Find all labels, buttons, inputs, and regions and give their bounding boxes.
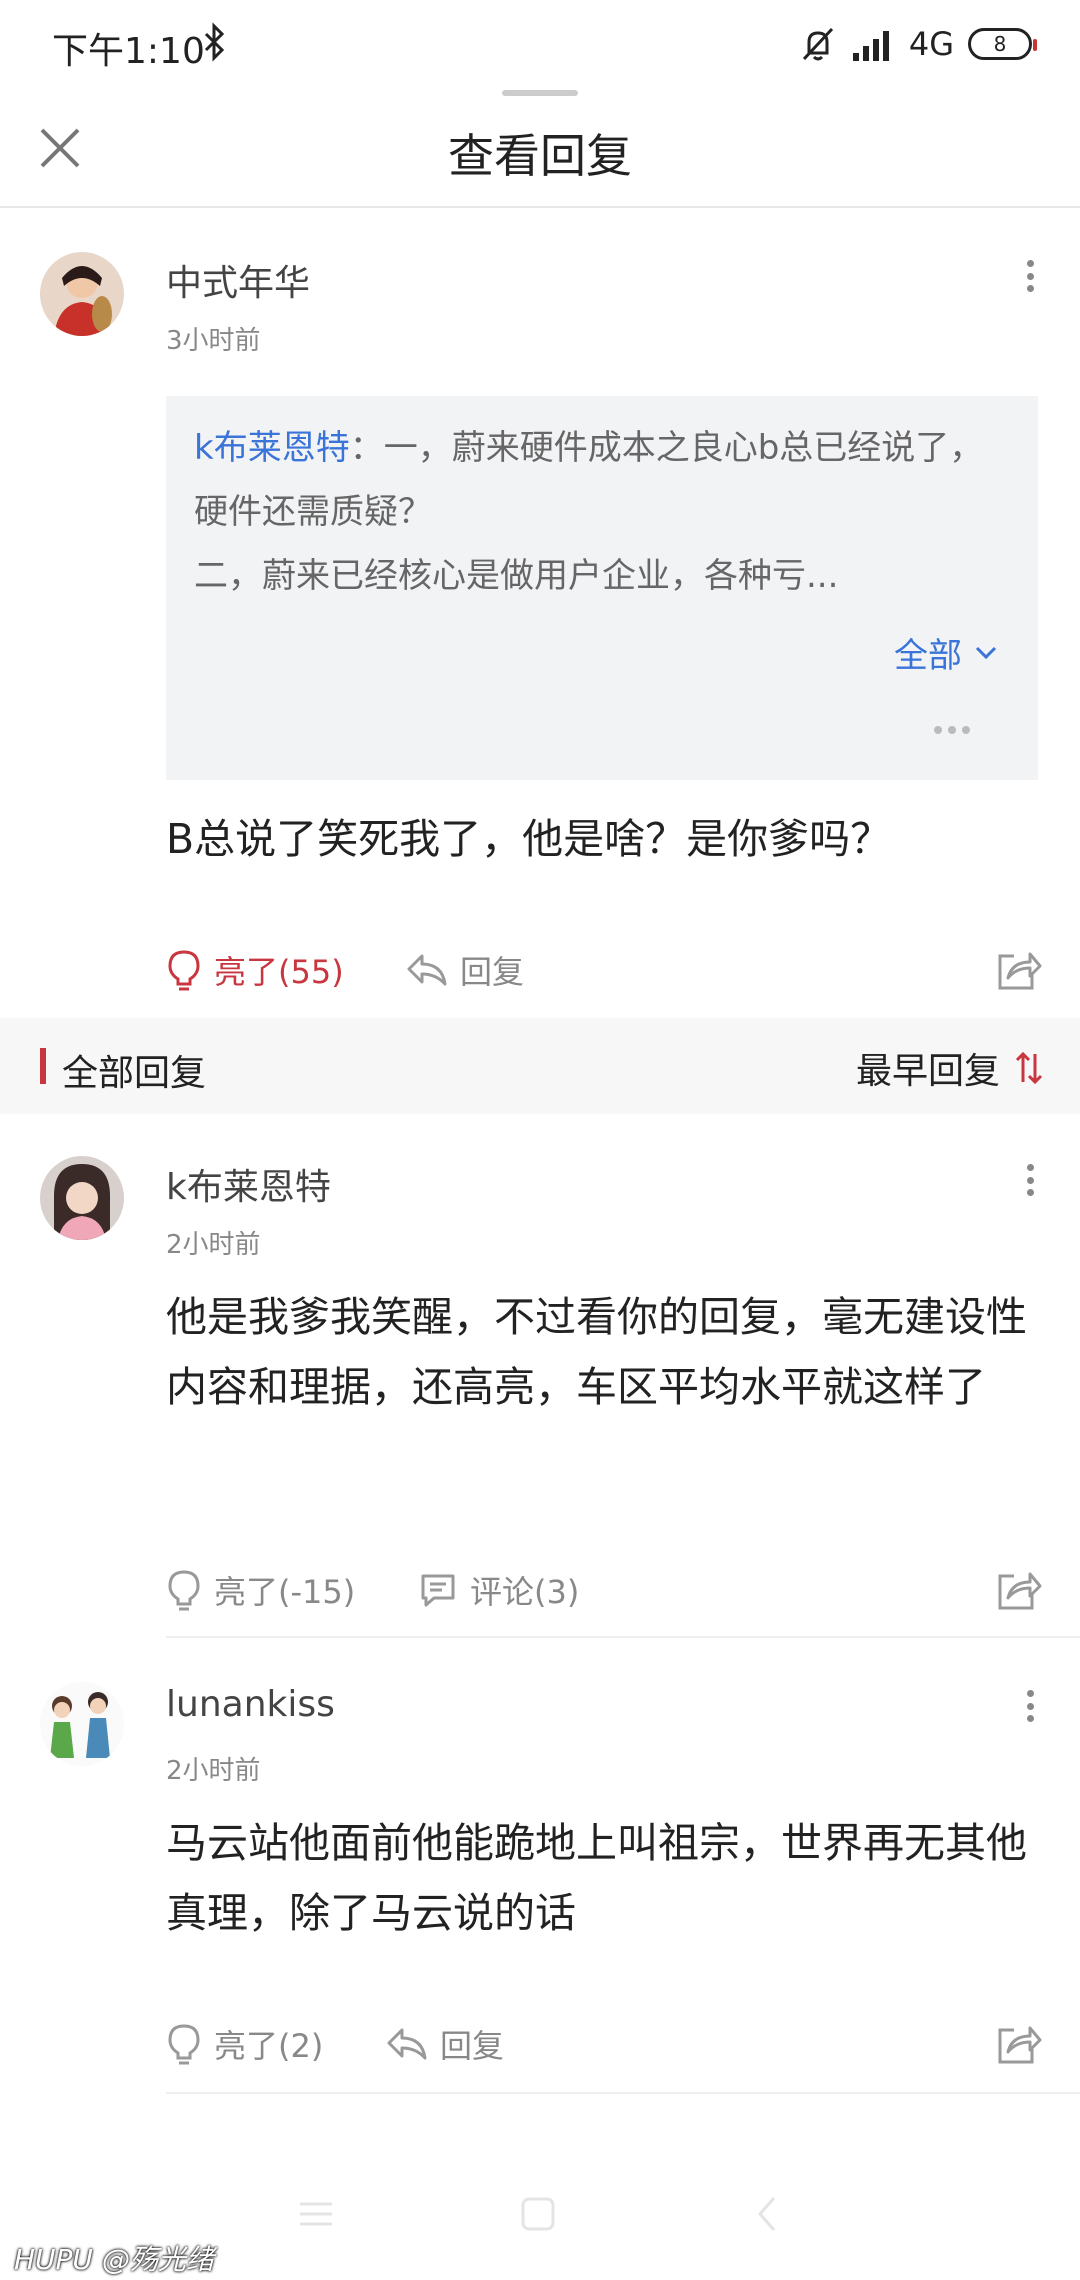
username[interactable]: 中式年华: [166, 254, 310, 306]
action-bar: 亮了(55) 回复: [166, 940, 1042, 1000]
action-bar: 亮了(2) 回复: [166, 2014, 1042, 2074]
like-label: 亮了(55): [214, 953, 344, 991]
reply-arrow-icon: [387, 2028, 427, 2060]
status-right: 4G 8: [799, 22, 1037, 66]
reply-button[interactable]: 回复: [386, 2014, 504, 2074]
comment-label: 评论(3): [470, 1573, 580, 1611]
quote-more-icon[interactable]: [934, 726, 970, 734]
header: 查看回复: [0, 96, 1080, 208]
more-icon[interactable]: [1016, 1686, 1044, 1726]
reply-button[interactable]: 回复: [406, 940, 524, 1000]
quote-username[interactable]: k布莱恩特: [194, 428, 350, 468]
sort-icon: [1015, 1051, 1043, 1085]
section-title: 全部回复: [62, 1053, 207, 1094]
timestamp: 2小时前: [166, 1756, 261, 1786]
comment-body: B总说了笑死我了，他是啥？是你爹吗？: [166, 815, 892, 863]
sort-label: 最早回复: [855, 1051, 1000, 1092]
lightbulb-icon: [168, 2024, 200, 2065]
lightbulb-icon: [168, 950, 200, 991]
username[interactable]: k布莱恩特: [166, 1158, 331, 1210]
mute-icon: [802, 27, 833, 61]
avatar[interactable]: [40, 1682, 124, 1766]
watermark: HUPU @殇光绪: [14, 2243, 214, 2276]
reply-label: 回复: [440, 2027, 505, 2065]
status-bar: 下午1:10 4G 8: [0, 0, 1080, 90]
more-icon[interactable]: [1016, 1160, 1044, 1200]
share-icon[interactable]: [994, 2020, 1042, 2068]
lightbulb-icon: [168, 1570, 200, 1611]
all-replies-header: 全部回复 最早回复: [0, 1018, 1080, 1114]
battery-icon: 8: [968, 28, 1037, 60]
comment-body: 他是我爹我笑醒，不过看你的回复，毫无建设性内容和理据，还高亮，车区平均水平就这样…: [166, 1293, 1027, 1411]
home-nav-icon[interactable]: [518, 2194, 558, 2234]
quoted-reply[interactable]: k布莱恩特：一，蔚来硬件成本之良心b总已经说了，硬件还需质疑？ 二，蔚来已经核心…: [166, 396, 1038, 780]
page-title: 查看回复: [448, 129, 632, 183]
network-label: 4G: [908, 25, 954, 63]
like-button[interactable]: 亮了(-15): [166, 1560, 355, 1620]
action-bar: 亮了(-15) 评论(3): [166, 1560, 1042, 1620]
sort-button[interactable]: 最早回复: [856, 1042, 1044, 1094]
reply-label: 回复: [460, 953, 525, 991]
timestamp: 3小时前: [166, 326, 261, 356]
comment-icon: [421, 1574, 455, 1607]
like-button[interactable]: 亮了(55): [166, 940, 344, 1000]
expand-all-button[interactable]: 全部: [894, 628, 998, 677]
username[interactable]: lunankiss: [166, 1684, 335, 1725]
share-icon[interactable]: [994, 1566, 1042, 1614]
more-icon[interactable]: [1016, 256, 1044, 296]
timestamp: 2小时前: [166, 1230, 261, 1260]
avatar[interactable]: [40, 252, 124, 336]
bluetooth-icon: [204, 22, 225, 62]
share-icon[interactable]: [994, 946, 1042, 994]
menu-nav-icon[interactable]: [296, 2194, 336, 2234]
quote-separator: ：: [349, 428, 384, 468]
divider: [166, 2092, 1080, 2094]
status-time: 下午1:10: [52, 31, 205, 72]
battery-level: 8: [993, 32, 1007, 56]
like-label: 亮了(2): [214, 2027, 324, 2065]
avatar[interactable]: [40, 1156, 124, 1240]
like-label: 亮了(-15): [214, 1573, 356, 1611]
comment-button[interactable]: 评论(3): [418, 1560, 579, 1620]
chevron-down-icon: [975, 646, 997, 659]
reply-arrow-icon: [407, 954, 447, 986]
quote-text: k布莱恩特：一，蔚来硬件成本之良心b总已经说了，硬件还需质疑？ 二，蔚来已经核心…: [194, 416, 1014, 608]
expand-all-label: 全部: [894, 636, 962, 676]
divider: [166, 1636, 1080, 1638]
section-accent: [40, 1048, 46, 1084]
like-button[interactable]: 亮了(2): [166, 2014, 323, 2074]
back-nav-icon[interactable]: [748, 2194, 788, 2234]
signal-icon: [852, 31, 889, 61]
comment-body: 马云站他面前他能跪地上叫祖宗，世界再无其他真理，除了马云说的话: [166, 1819, 1027, 1937]
